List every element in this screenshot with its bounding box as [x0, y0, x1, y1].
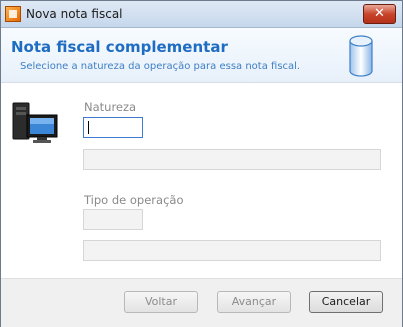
natureza-description-field[interactable]: [83, 149, 381, 170]
wizard-title: Nota fiscal complementar: [11, 38, 228, 56]
invoice-app-icon: [5, 6, 21, 22]
close-button[interactable]: ✕: [363, 4, 396, 24]
window-title: Nova nota fiscal: [26, 7, 123, 21]
title-bar[interactable]: Nova nota fiscal ✕: [1, 1, 402, 28]
database-icon: [349, 35, 373, 77]
tipo-operacao-description-field[interactable]: [83, 240, 381, 261]
natureza-label: Natureza: [84, 100, 137, 114]
computer-icon: [12, 102, 58, 143]
tipo-operacao-label: Tipo de operação: [84, 193, 184, 207]
cancel-button[interactable]: Cancelar: [309, 291, 383, 313]
dialog-window: Nova nota fiscal ✕ Nota fiscal complemen…: [0, 0, 403, 327]
wizard-subtitle: Selecione a natureza da operação para es…: [20, 61, 301, 72]
next-button[interactable]: Avançar: [217, 291, 291, 313]
natureza-code-input[interactable]: [83, 117, 143, 138]
tipo-operacao-code-input[interactable]: [83, 209, 143, 230]
back-button[interactable]: Voltar: [124, 291, 198, 313]
wizard-header: Nota fiscal complementar Selecione a nat…: [1, 28, 402, 83]
wizard-content: Natureza Tipo de operação: [1, 83, 402, 278]
text-caret: [88, 121, 89, 134]
button-bar: Voltar Avançar Cancelar: [1, 278, 402, 327]
